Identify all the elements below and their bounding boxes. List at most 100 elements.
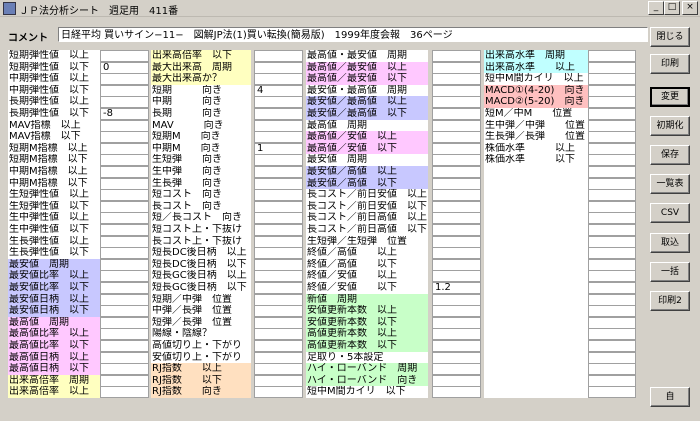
criteria-value-field[interactable] bbox=[254, 166, 303, 178]
criteria-value-field[interactable] bbox=[254, 224, 303, 236]
criteria-value-field[interactable] bbox=[588, 189, 636, 202]
criteria-value-field[interactable] bbox=[254, 200, 303, 213]
criteria-value-field[interactable] bbox=[100, 386, 149, 399]
criteria-value-field[interactable] bbox=[254, 363, 303, 376]
import-button[interactable]: 取込 bbox=[650, 233, 690, 253]
criteria-value-field[interactable] bbox=[100, 189, 149, 202]
criteria-value-field[interactable] bbox=[100, 235, 149, 248]
list-button[interactable]: 一覧表 bbox=[650, 174, 690, 194]
change-button[interactable]: 変更 bbox=[650, 87, 690, 107]
criteria-value-field[interactable] bbox=[254, 316, 303, 329]
criteria-value-field[interactable] bbox=[432, 258, 481, 271]
criteria-value-field[interactable] bbox=[432, 328, 481, 341]
criteria-value-field[interactable] bbox=[254, 351, 303, 364]
criteria-value-field[interactable]: 1.2 bbox=[432, 282, 481, 294]
criteria-value-field[interactable] bbox=[254, 212, 303, 225]
criteria-value-field[interactable] bbox=[100, 258, 149, 271]
criteria-value-field[interactable] bbox=[100, 166, 149, 178]
criteria-value-field[interactable]: -8 bbox=[100, 108, 149, 120]
print-button[interactable]: 印刷 bbox=[650, 54, 690, 74]
criteria-value-field[interactable] bbox=[432, 363, 481, 376]
criteria-value-field[interactable] bbox=[588, 84, 636, 97]
criteria-value-field[interactable] bbox=[588, 386, 636, 399]
criteria-value-field[interactable] bbox=[588, 270, 636, 283]
criteria-value-field[interactable] bbox=[588, 73, 636, 86]
criteria-value-field[interactable] bbox=[432, 96, 481, 109]
comment-field[interactable]: 日経平均 買いサイン−11− 図解JP法(1)買い転換(簡易版) 1999年度会… bbox=[58, 27, 648, 42]
criteria-value-field[interactable] bbox=[432, 61, 481, 74]
criteria-value-field[interactable] bbox=[432, 200, 481, 213]
window-close-button[interactable]: × bbox=[682, 1, 698, 15]
criteria-value-field[interactable] bbox=[254, 386, 303, 399]
criteria-value-field[interactable] bbox=[588, 235, 636, 248]
self-button[interactable]: 自 bbox=[650, 387, 690, 407]
criteria-value-field[interactable] bbox=[432, 351, 481, 364]
criteria-value-field[interactable] bbox=[254, 50, 303, 62]
criteria-value-field[interactable] bbox=[588, 61, 636, 74]
criteria-value-field[interactable] bbox=[100, 293, 149, 306]
close-button[interactable]: 閉じる bbox=[650, 27, 690, 47]
criteria-value-field[interactable] bbox=[100, 363, 149, 376]
criteria-value-field[interactable] bbox=[432, 247, 481, 260]
criteria-value-field[interactable] bbox=[588, 154, 636, 167]
criteria-value-field[interactable] bbox=[588, 282, 636, 294]
criteria-value-field[interactable] bbox=[432, 84, 481, 97]
criteria-value-field[interactable] bbox=[100, 142, 149, 155]
criteria-value-field[interactable] bbox=[254, 258, 303, 271]
criteria-value-field[interactable] bbox=[432, 374, 481, 387]
criteria-value-field[interactable] bbox=[100, 340, 149, 352]
criteria-value-field[interactable] bbox=[100, 73, 149, 86]
criteria-value-field[interactable] bbox=[254, 293, 303, 306]
criteria-value-field[interactable] bbox=[100, 200, 149, 213]
criteria-value-field[interactable] bbox=[100, 270, 149, 283]
criteria-value-field[interactable] bbox=[588, 96, 636, 109]
criteria-value-field[interactable] bbox=[100, 212, 149, 225]
criteria-value-field[interactable]: 1 bbox=[254, 142, 303, 155]
criteria-value-field[interactable] bbox=[432, 316, 481, 329]
criteria-value-field[interactable] bbox=[588, 200, 636, 213]
print2-button[interactable]: 印刷2 bbox=[650, 291, 690, 311]
criteria-value-field[interactable] bbox=[588, 305, 636, 318]
criteria-value-field[interactable] bbox=[432, 142, 481, 155]
criteria-value-field[interactable] bbox=[254, 247, 303, 260]
criteria-value-field[interactable] bbox=[100, 119, 149, 132]
criteria-value-field[interactable] bbox=[100, 316, 149, 329]
criteria-value-field[interactable] bbox=[588, 177, 636, 190]
criteria-value-field[interactable] bbox=[588, 258, 636, 271]
criteria-value-field[interactable] bbox=[588, 212, 636, 225]
csv-button[interactable]: CSV bbox=[650, 203, 690, 223]
criteria-value-field[interactable] bbox=[432, 154, 481, 167]
criteria-value-field[interactable] bbox=[432, 305, 481, 318]
criteria-value-field[interactable] bbox=[588, 131, 636, 144]
criteria-value-field[interactable] bbox=[100, 328, 149, 341]
save-button[interactable]: 保存 bbox=[650, 145, 690, 165]
criteria-value-field[interactable] bbox=[588, 316, 636, 329]
criteria-value-field[interactable] bbox=[588, 340, 636, 352]
criteria-value-field[interactable] bbox=[588, 119, 636, 132]
criteria-value-field[interactable] bbox=[432, 177, 481, 190]
criteria-value-field[interactable] bbox=[432, 340, 481, 352]
maximize-button[interactable]: □ bbox=[664, 1, 680, 15]
criteria-value-field[interactable] bbox=[432, 119, 481, 132]
criteria-value-field[interactable] bbox=[432, 270, 481, 283]
initialize-button[interactable]: 初期化 bbox=[650, 116, 690, 136]
criteria-value-field[interactable] bbox=[100, 247, 149, 260]
criteria-value-field[interactable] bbox=[100, 96, 149, 109]
criteria-value-field[interactable] bbox=[588, 328, 636, 341]
criteria-value-field[interactable] bbox=[432, 108, 481, 120]
criteria-value-field[interactable] bbox=[254, 305, 303, 318]
criteria-value-field[interactable] bbox=[100, 305, 149, 318]
minimize-button[interactable]: _ bbox=[648, 1, 664, 15]
criteria-value-field[interactable] bbox=[432, 386, 481, 399]
criteria-value-field[interactable] bbox=[254, 282, 303, 294]
criteria-value-field[interactable] bbox=[588, 108, 636, 120]
criteria-value-field[interactable] bbox=[254, 177, 303, 190]
criteria-value-field[interactable] bbox=[254, 108, 303, 120]
criteria-value-field[interactable] bbox=[254, 119, 303, 132]
criteria-value-field[interactable] bbox=[100, 177, 149, 190]
criteria-value-field[interactable] bbox=[432, 131, 481, 144]
criteria-value-field[interactable] bbox=[588, 247, 636, 260]
criteria-value-field[interactable] bbox=[588, 374, 636, 387]
criteria-value-field[interactable] bbox=[588, 224, 636, 236]
criteria-value-field[interactable] bbox=[588, 142, 636, 155]
